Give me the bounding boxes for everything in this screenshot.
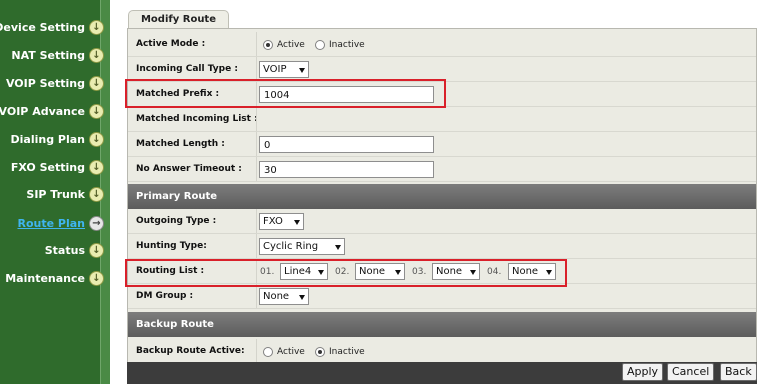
arrow-down-circle-icon: ↓ xyxy=(89,75,104,91)
sidebar-item-label: VOIP Setting xyxy=(5,76,85,90)
incoming-call-type-value: VOIP xyxy=(263,64,287,75)
sidebar-item-voip-setting[interactable]: VOIP Setting ↓ xyxy=(6,72,104,94)
arrow-down-circle-icon: ↓ xyxy=(89,270,104,286)
sidebar-item-label: Device Setting xyxy=(0,20,85,34)
sidebar-item-label: Dialing Plan xyxy=(10,132,86,146)
matched-length-input[interactable]: 0 xyxy=(259,136,434,153)
sidebar-item-voip-advance[interactable]: VOIP Advance ↓ xyxy=(0,100,104,122)
dm-group-select[interactable]: None xyxy=(259,288,309,305)
row-dm-group: DM Group : None xyxy=(128,284,756,309)
dm-group-label: DM Group : xyxy=(136,291,194,301)
sidebar-item-nat-setting[interactable]: NAT Setting ↓ xyxy=(11,44,104,66)
column-divider xyxy=(256,57,257,81)
backup-route-active-label: Backup Route Active: xyxy=(136,346,245,356)
column-divider xyxy=(256,339,257,364)
sidebar-item-sip-trunk[interactable]: SIP Trunk ↓ xyxy=(26,183,104,205)
row-no-answer-timeout: No Answer Timeout : 30 xyxy=(128,157,756,182)
incoming-call-type-select[interactable]: VOIP xyxy=(259,61,309,78)
chevron-down-icon xyxy=(294,220,300,225)
row-matched-length: Matched Length : 0 xyxy=(128,132,756,157)
chevron-down-icon xyxy=(299,68,305,73)
arrow-down-circle-icon: ↓ xyxy=(89,19,104,35)
row-backup-route-active: Backup Route Active: Active Inactive xyxy=(128,339,756,364)
sidebar-item-dialing-plan[interactable]: Dialing Plan ↓ xyxy=(10,128,104,150)
sidebar-item-device-setting[interactable]: Device Setting ↓ xyxy=(0,16,104,38)
active-mode-active-radio[interactable] xyxy=(263,40,273,50)
sidebar-item-label: SIP Trunk xyxy=(26,187,85,201)
backup-route-inactive-option-label: Inactive xyxy=(329,347,365,357)
sidebar-item-label: NAT Setting xyxy=(11,48,85,62)
outgoing-type-label: Outgoing Type : xyxy=(136,216,217,226)
sidebar-item-fxo-setting[interactable]: FXO Setting ↓ xyxy=(11,156,104,178)
highlight-matched-prefix xyxy=(125,79,446,108)
sidebar-item-label: FXO Setting xyxy=(10,160,85,174)
matched-length-label: Matched Length : xyxy=(136,139,225,149)
arrow-right-circle-icon: → xyxy=(89,215,104,231)
row-outgoing-type: Outgoing Type : FXO xyxy=(128,209,756,234)
hunting-type-value: Cyclic Ring xyxy=(263,241,319,252)
column-divider xyxy=(256,32,257,56)
sidebar-item-label: Route Plan xyxy=(17,216,86,230)
arrow-down-circle-icon: ↓ xyxy=(89,159,104,175)
sidebar-item-status[interactable]: Status ↓ xyxy=(45,239,104,261)
sidebar-item-label: Status xyxy=(44,243,85,257)
active-mode-label: Active Mode : xyxy=(136,39,206,49)
chevron-down-icon xyxy=(335,245,341,250)
cancel-button[interactable]: Cancel xyxy=(667,363,715,381)
hunting-type-label: Hunting Type: xyxy=(136,241,207,251)
no-answer-timeout-input[interactable]: 30 xyxy=(259,161,434,178)
arrow-down-circle-icon: ↓ xyxy=(89,47,104,63)
backup-route-inactive-radio[interactable] xyxy=(315,347,325,357)
back-button[interactable]: Back xyxy=(720,363,757,381)
column-divider xyxy=(256,234,257,258)
backup-route-header: Backup Route xyxy=(128,312,756,337)
tab-modify-route-plan[interactable]: Modify Route Plan xyxy=(128,10,229,43)
dm-group-value: None xyxy=(263,291,290,302)
active-mode-active-label: Active xyxy=(277,40,305,50)
backup-route-active-option-label: Active xyxy=(277,347,305,357)
primary-route-header: Primary Route xyxy=(128,184,756,209)
no-answer-timeout-label: No Answer Timeout : xyxy=(136,164,242,174)
matched-incoming-list-label: Matched Incoming List : xyxy=(136,114,258,124)
arrow-down-circle-icon: ↓ xyxy=(89,186,104,202)
active-mode-inactive-radio[interactable] xyxy=(315,40,325,50)
row-hunting-type: Hunting Type: Cyclic Ring xyxy=(128,234,756,259)
row-matched-incoming-list: Matched Incoming List : xyxy=(128,107,756,132)
row-active-mode: Active Mode : Active Inactive xyxy=(128,32,756,57)
sidebar-item-label: Maintenance xyxy=(5,271,85,285)
active-mode-inactive-label: Inactive xyxy=(329,40,365,50)
backup-route-active-radio[interactable] xyxy=(263,347,273,357)
sidebar: Device Setting ↓ NAT Setting ↓ VOIP Sett… xyxy=(0,0,110,384)
outgoing-type-select[interactable]: FXO xyxy=(259,213,304,230)
column-divider xyxy=(256,132,257,156)
column-divider xyxy=(256,209,257,233)
apply-button[interactable]: Apply xyxy=(622,363,664,381)
sidebar-item-maintenance[interactable]: Maintenance ↓ xyxy=(5,267,104,289)
column-divider xyxy=(256,107,257,131)
arrow-down-circle-icon: ↓ xyxy=(89,103,104,119)
column-divider xyxy=(256,284,257,308)
arrow-down-circle-icon: ↓ xyxy=(89,131,104,147)
hunting-type-select[interactable]: Cyclic Ring xyxy=(259,238,345,255)
arrow-down-circle-icon: ↓ xyxy=(89,242,104,258)
sidebar-item-label: VOIP Advance xyxy=(0,104,85,118)
chevron-down-icon xyxy=(299,295,305,300)
highlight-routing-list xyxy=(125,259,567,287)
column-divider xyxy=(256,157,257,181)
sidebar-item-route-plan[interactable]: Route Plan → xyxy=(17,212,104,234)
outgoing-type-value: FXO xyxy=(263,216,283,227)
